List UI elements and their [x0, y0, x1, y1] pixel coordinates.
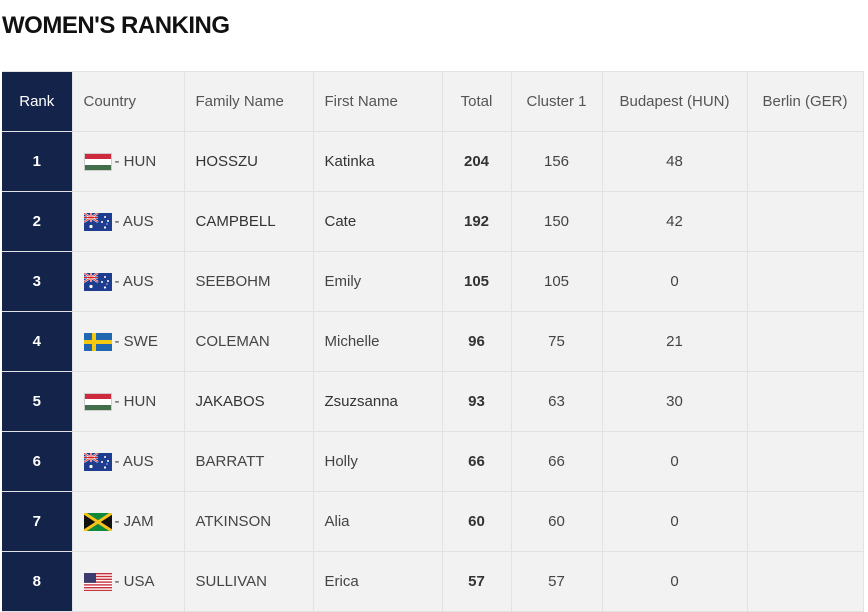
berlin-cell: [747, 491, 864, 552]
country-cell: - USA: [72, 551, 185, 612]
first-name-cell: Holly: [313, 431, 443, 492]
berlin-cell: [747, 311, 864, 372]
country-cell: - AUS: [72, 431, 185, 492]
header-rank: Rank: [2, 71, 73, 132]
country-cell: - AUS: [72, 191, 185, 252]
first-name-cell: Zsuzsanna: [313, 371, 443, 432]
rank-cell: 7: [2, 491, 73, 552]
usa-flag-icon: [83, 572, 112, 591]
berlin-cell: [747, 431, 864, 492]
first-name-cell: Erica: [313, 551, 443, 612]
rank-cell: 5: [2, 371, 73, 432]
rank-cell: 6: [2, 431, 73, 492]
cluster-1-cell: 57: [511, 551, 603, 612]
aus-flag-icon: [83, 452, 112, 471]
berlin-cell: [747, 131, 864, 192]
berlin-cell: [747, 191, 864, 252]
table-row: 8- USA SULLIVAN Erica 57 57 0: [2, 551, 864, 612]
cluster-1-cell: 60: [511, 491, 603, 552]
total-cell: 66: [442, 431, 512, 492]
total-cell: 96: [442, 311, 512, 372]
family-name-cell: COLEMAN: [184, 311, 314, 372]
family-name-cell: CAMPBELL: [184, 191, 314, 252]
country-code: - AUS: [114, 273, 154, 290]
first-name-cell: Alia: [313, 491, 443, 552]
first-name-cell: Cate: [313, 191, 443, 252]
country-cell: - SWE: [72, 311, 185, 372]
aus-flag-icon: [83, 212, 112, 231]
first-name-cell: Emily: [313, 251, 443, 312]
country-code: - SWE: [114, 333, 158, 350]
budapest-cell: 48: [602, 131, 748, 192]
rank-cell: 2: [2, 191, 73, 252]
table-row: 3- AUS SEEBOHM Emily 105 105 0: [2, 251, 864, 312]
cluster-1-cell: 75: [511, 311, 603, 372]
country-code: - HUN: [114, 393, 157, 410]
budapest-cell: 42: [602, 191, 748, 252]
budapest-cell: 21: [602, 311, 748, 372]
table-row: 5 - HUN JAKABOS Zsuzsanna 93 63 30: [2, 371, 864, 432]
table-row: 4 - SWE COLEMAN Michelle 96 75 21: [2, 311, 864, 372]
cluster-1-cell: 105: [511, 251, 603, 312]
budapest-cell: 0: [602, 251, 748, 312]
country-code: - AUS: [114, 453, 154, 470]
total-cell: 192: [442, 191, 512, 252]
country-code: - JAM: [114, 513, 154, 530]
header-family-name: Family Name: [184, 71, 314, 132]
table-header-row: Rank Country Family Name First Name Tota…: [2, 71, 864, 132]
rank-cell: 4: [2, 311, 73, 372]
cluster-1-cell: 66: [511, 431, 603, 492]
rank-cell: 1: [2, 131, 73, 192]
berlin-cell: [747, 251, 864, 312]
total-cell: 204: [442, 131, 512, 192]
header-country: Country: [72, 71, 185, 132]
hun-flag-icon: [83, 152, 112, 171]
first-name-cell: Katinka: [313, 131, 443, 192]
cluster-1-cell: 156: [511, 131, 603, 192]
ranking-table: Rank Country Family Name First Name Tota…: [2, 71, 864, 612]
cluster-1-cell: 150: [511, 191, 603, 252]
country-code: - AUS: [114, 213, 154, 230]
country-code: - HUN: [114, 153, 157, 170]
header-total: Total: [442, 71, 512, 132]
country-code: - USA: [114, 573, 155, 590]
header-budapest: Budapest (HUN): [602, 71, 748, 132]
family-name-cell: SULLIVAN: [184, 551, 314, 612]
family-name-cell: SEEBOHM: [184, 251, 314, 312]
hun-flag-icon: [83, 392, 112, 411]
total-cell: 105: [442, 251, 512, 312]
country-cell: - HUN: [72, 131, 185, 192]
berlin-cell: [747, 371, 864, 432]
cluster-1-cell: 63: [511, 371, 603, 432]
page-title: WOMEN'S RANKING: [2, 12, 230, 39]
header-first-name: First Name: [313, 71, 443, 132]
berlin-cell: [747, 551, 864, 612]
header-cluster-1: Cluster 1: [511, 71, 603, 132]
total-cell: 93: [442, 371, 512, 432]
rank-cell: 3: [2, 251, 73, 312]
country-cell: - JAM: [72, 491, 185, 552]
header-berlin: Berlin (GER): [747, 71, 864, 132]
country-cell: - HUN: [72, 371, 185, 432]
total-cell: 60: [442, 491, 512, 552]
swe-flag-icon: [83, 332, 112, 351]
family-name-cell: JAKABOS: [184, 371, 314, 432]
family-name-cell: BARRATT: [184, 431, 314, 492]
table-row: 7- JAM ATKINSON Alia 60 60 0: [2, 491, 864, 552]
table-row: 2 - AUS CAMPBELL Cate 192 150 42: [2, 191, 864, 252]
budapest-cell: 0: [602, 551, 748, 612]
country-cell: - AUS: [72, 251, 185, 312]
family-name-cell: HOSSZU: [184, 131, 314, 192]
total-cell: 57: [442, 551, 512, 612]
budapest-cell: 30: [602, 371, 748, 432]
budapest-cell: 0: [602, 431, 748, 492]
aus-flag-icon: [83, 272, 112, 291]
rank-cell: 8: [2, 551, 73, 612]
first-name-cell: Michelle: [313, 311, 443, 372]
jam-flag-icon: [83, 512, 112, 531]
table-row: 1 - HUN HOSSZU Katinka 204 156 48: [2, 131, 864, 192]
family-name-cell: ATKINSON: [184, 491, 314, 552]
budapest-cell: 0: [602, 491, 748, 552]
table-row: 6- AUS BARRATT Holly 66 66 0: [2, 431, 864, 492]
